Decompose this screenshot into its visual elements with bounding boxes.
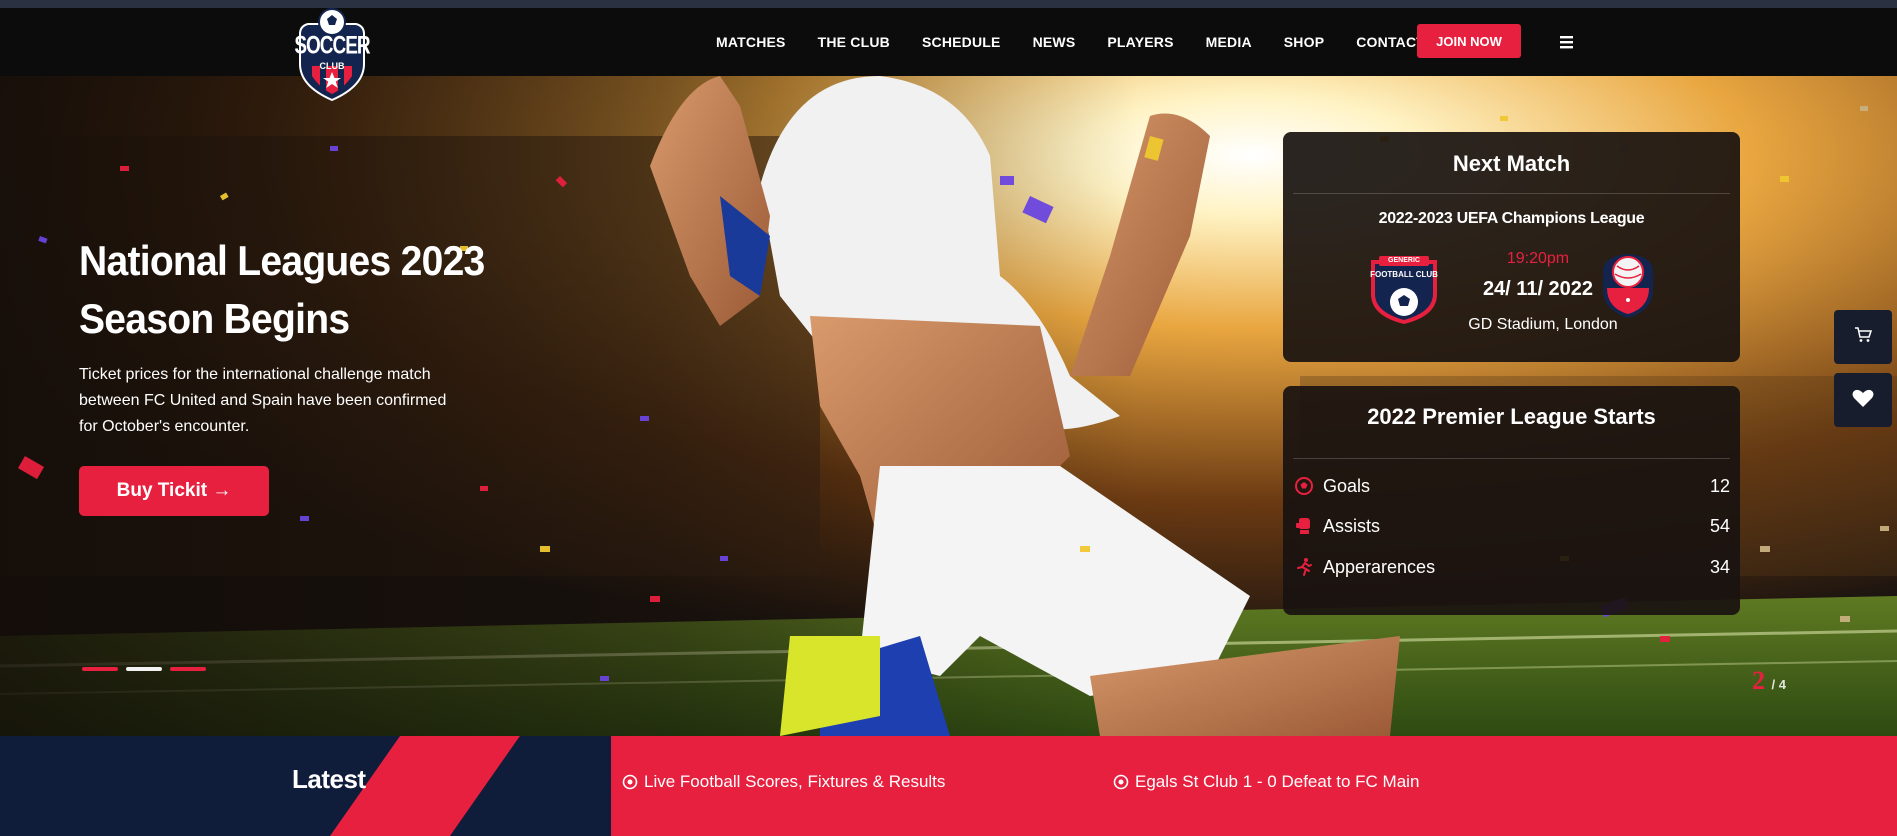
hero-description: Ticket prices for the international chal… xyxy=(79,366,447,435)
stat-value: 34 xyxy=(1709,556,1730,577)
home-team-badge: GENERIC FOOTBALL CLUB xyxy=(1365,250,1443,326)
heart-icon xyxy=(1852,388,1874,413)
league-stats-panel: 2022 Premier League Starts Goals 12 Assi… xyxy=(1283,386,1740,615)
stat-label: Goals xyxy=(1323,475,1371,496)
nav-news[interactable]: NEWS xyxy=(1033,34,1076,50)
news-ticker: Latest N Live Football Scores, Fixtures … xyxy=(0,736,1897,836)
logo-text: SOCCER xyxy=(294,32,370,60)
away-team-badge xyxy=(1595,250,1661,320)
hamburger-icon[interactable] xyxy=(1555,30,1579,54)
wishlist-button[interactable] xyxy=(1834,373,1892,427)
slider-dot-1[interactable] xyxy=(82,667,118,671)
nav-shop[interactable]: SHOP xyxy=(1284,34,1324,50)
nav-media[interactable]: MEDIA xyxy=(1206,34,1252,50)
nav-schedule[interactable]: SCHEDULE xyxy=(922,34,1001,50)
nav-players[interactable]: PLAYERS xyxy=(1107,34,1173,50)
home-badge-name: FOOTBALL CLUB xyxy=(1370,270,1438,279)
ticker-item[interactable]: Live Football Scores, Fixtures & Results xyxy=(622,772,945,792)
stat-label: Apperarences xyxy=(1323,556,1436,577)
nav-matches[interactable]: MATCHES xyxy=(716,34,786,50)
slide-current: 2 xyxy=(1752,666,1765,695)
match-time: 19:20pm xyxy=(1506,250,1570,267)
ticker-label: Latest N xyxy=(292,764,372,795)
stat-row-assists: Assists 54 xyxy=(1293,511,1730,541)
site-header: MATCHES THE CLUB SCHEDULE NEWS PLAYERS M… xyxy=(0,8,1897,76)
ticker-item[interactable]: Egals St Club 1 - 0 Defeat to FC Main xyxy=(1113,772,1419,792)
home-badge-top: GENERIC xyxy=(1388,257,1420,264)
stat-row-goals: Goals 12 xyxy=(1293,471,1730,501)
slide-total: / 4 xyxy=(1771,677,1786,692)
stat-label: Assists xyxy=(1323,515,1381,536)
top-strip xyxy=(0,0,1897,8)
stats-title: 2022 Premier League Starts xyxy=(1367,404,1656,429)
main-nav: MATCHES THE CLUB SCHEDULE NEWS PLAYERS M… xyxy=(700,8,1441,76)
panel-divider xyxy=(1293,193,1730,194)
league-name: 2022-2023 UEFA Champions League xyxy=(1378,210,1645,227)
ticker-label-text: Latest N xyxy=(292,764,372,794)
nav-the-club[interactable]: THE CLUB xyxy=(818,34,890,50)
slide-counter: 2 / 4 xyxy=(1752,666,1786,696)
ticker-item-text: Live Football Scores, Fixtures & Results xyxy=(644,772,946,791)
ticker-item-text: Egals St Club 1 - 0 Defeat to FC Main xyxy=(1135,772,1420,791)
cart-button[interactable] xyxy=(1834,310,1892,364)
logo-subtext: CLUB xyxy=(319,61,345,71)
next-match-panel: Next Match 2022-2023 UEFA Champions Leag… xyxy=(1283,132,1740,362)
boxing-glove-icon xyxy=(1293,515,1315,537)
buy-ticket-button[interactable]: Buy Tickit → xyxy=(79,466,269,516)
club-logo[interactable]: SOCCER CLUB xyxy=(292,6,372,102)
target-icon xyxy=(622,774,638,790)
hero-section: National Leagues 2023 Season Begins Tick… xyxy=(0,76,1897,736)
running-person-icon xyxy=(1293,556,1315,578)
panel-divider xyxy=(1293,458,1730,459)
stat-value: 54 xyxy=(1709,515,1730,536)
slider-dot-3[interactable] xyxy=(170,667,206,671)
slider-dot-2[interactable] xyxy=(126,667,162,671)
next-match-title: Next Match xyxy=(1452,151,1571,176)
stat-row-appearances: Apperarences 34 xyxy=(1293,552,1730,582)
soccer-ball-icon xyxy=(1293,475,1315,497)
stat-value: 12 xyxy=(1709,475,1730,496)
join-now-button[interactable]: JOIN NOW xyxy=(1417,24,1521,58)
target-icon xyxy=(1113,774,1129,790)
hero-title: National Leagues 2023 Season Begins xyxy=(79,237,485,342)
nav-contact[interactable]: CONTACT xyxy=(1356,34,1425,50)
slider-dots xyxy=(82,667,206,671)
cart-icon xyxy=(1854,326,1873,348)
